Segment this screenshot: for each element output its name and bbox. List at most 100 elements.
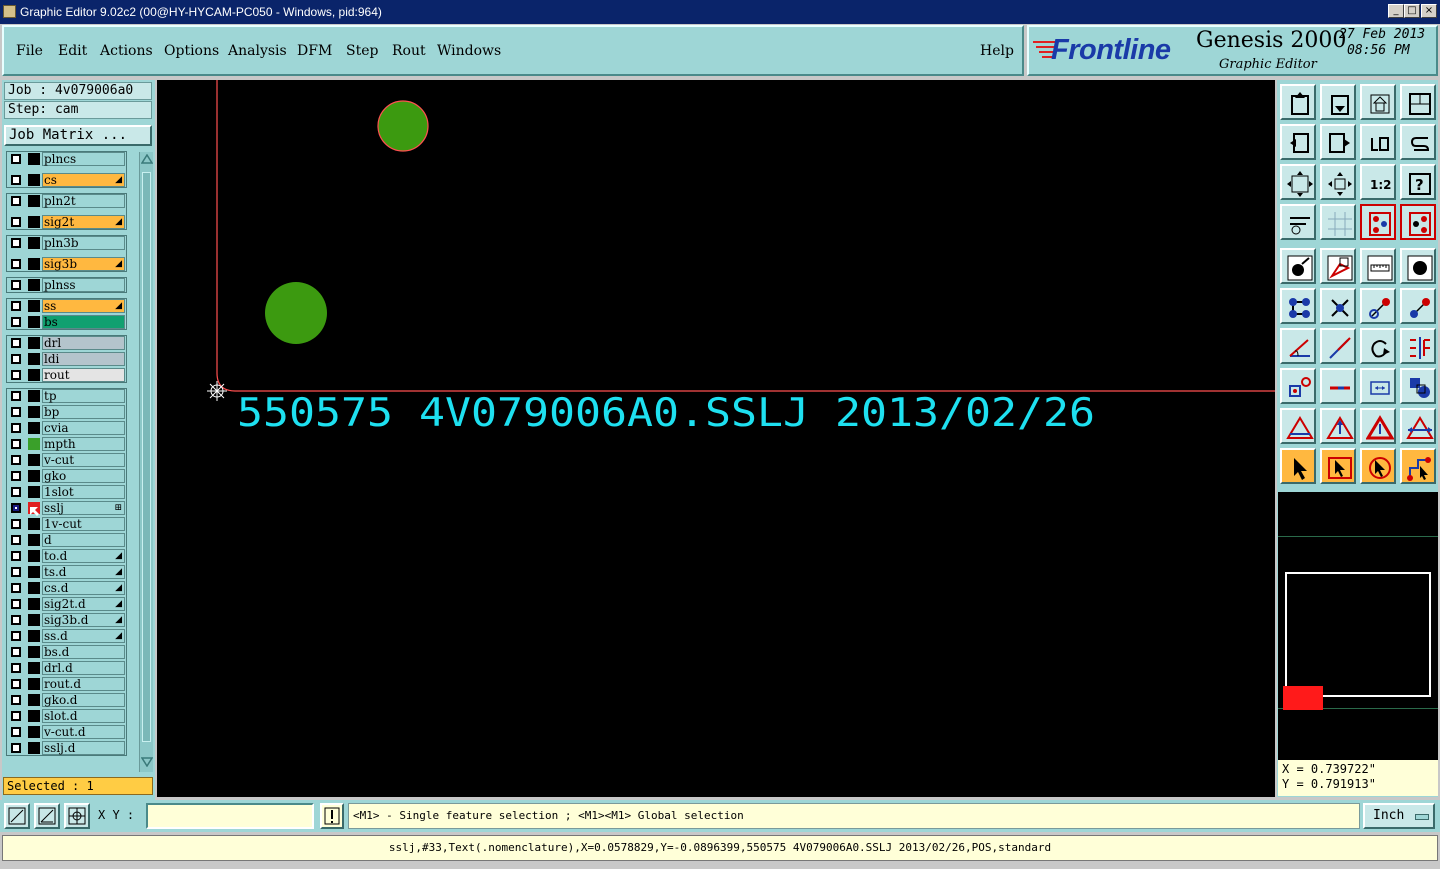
layer-name[interactable]: drl.d bbox=[42, 661, 125, 675]
layer-checkbox[interactable] bbox=[11, 487, 21, 497]
layer-checkbox[interactable] bbox=[11, 354, 21, 364]
layer-row-v-cut[interactable]: v-cut bbox=[8, 453, 126, 467]
layer-checkbox[interactable] bbox=[11, 567, 21, 577]
layer-checkbox[interactable] bbox=[11, 217, 21, 227]
layer-color-swatch[interactable] bbox=[28, 742, 40, 754]
layer-color-swatch[interactable] bbox=[28, 518, 40, 530]
export-button[interactable] bbox=[1320, 124, 1356, 160]
pad-circle[interactable] bbox=[377, 100, 429, 152]
layer-row-sig2t[interactable]: sig2t ◢ bbox=[8, 215, 126, 229]
layer-checkbox[interactable] bbox=[11, 711, 21, 721]
layer-checkbox[interactable] bbox=[11, 301, 21, 311]
layer-row-tp[interactable]: tp bbox=[8, 389, 126, 403]
layer-name[interactable]: sig2t ◢ bbox=[42, 215, 125, 229]
pad-circle[interactable] bbox=[265, 282, 327, 344]
layer-row-bp[interactable]: bp bbox=[8, 405, 126, 419]
layer-color-swatch[interactable] bbox=[28, 153, 40, 165]
triangle-b-button[interactable] bbox=[1360, 408, 1396, 444]
line-cut-button[interactable] bbox=[1320, 368, 1356, 404]
layer-row-d[interactable]: d bbox=[8, 533, 126, 547]
grid-toggle-button[interactable] bbox=[1320, 204, 1356, 240]
layer-name[interactable]: mpth bbox=[42, 437, 125, 451]
layer-checkbox[interactable] bbox=[11, 599, 21, 609]
nomenclature-text[interactable]: 550575 4V079006A0.SSLJ 2013/02/26 bbox=[237, 391, 1095, 436]
layer-row-rout.d[interactable]: rout.d bbox=[8, 677, 126, 691]
overview-window[interactable] bbox=[1278, 492, 1438, 782]
grid-snap-button[interactable] bbox=[64, 803, 90, 829]
layer-name[interactable]: sig3b.d ◢ bbox=[42, 613, 125, 627]
layer-color-swatch[interactable] bbox=[28, 316, 40, 328]
layer-row-cs[interactable]: cs ◢ bbox=[8, 173, 126, 187]
layer-name[interactable]: cs.d ◢ bbox=[42, 581, 125, 595]
layer-checkbox[interactable] bbox=[11, 259, 21, 269]
layer-row-bs.d[interactable]: bs.d bbox=[8, 645, 126, 659]
units-dropdown[interactable]: Inch bbox=[1363, 803, 1435, 829]
layer-checkbox[interactable] bbox=[11, 175, 21, 185]
layer-row-drl[interactable]: drl bbox=[8, 336, 126, 350]
layer-row-drl.d[interactable]: drl.d bbox=[8, 661, 126, 675]
layer-name[interactable]: v-cut.d bbox=[42, 725, 125, 739]
layer-scrollbar[interactable] bbox=[139, 152, 153, 772]
layer-checkbox[interactable] bbox=[11, 727, 21, 737]
layer-name[interactable]: rout.d bbox=[42, 677, 125, 691]
layer-checkbox[interactable] bbox=[11, 423, 21, 433]
layer-checkbox[interactable] bbox=[11, 238, 21, 248]
layer-color-swatch[interactable] bbox=[28, 454, 40, 466]
measure-button[interactable] bbox=[34, 803, 60, 829]
layer-row-pln3b[interactable]: pln3b bbox=[8, 236, 126, 250]
pad-layers-button[interactable] bbox=[1360, 204, 1396, 240]
ruler-measure-button[interactable] bbox=[1360, 248, 1396, 284]
layer-color-swatch[interactable] bbox=[28, 300, 40, 312]
layer-name[interactable]: sslj ⊞ bbox=[42, 501, 125, 515]
job-matrix-button[interactable]: Job Matrix ... bbox=[4, 125, 152, 146]
layer-checkbox[interactable] bbox=[11, 280, 21, 290]
layer-name[interactable]: sig2t.d ◢ bbox=[42, 597, 125, 611]
undo-button[interactable] bbox=[1360, 124, 1396, 160]
layer-row-pln2t[interactable]: pln2t bbox=[8, 194, 126, 208]
layer-name[interactable]: to.d ◢ bbox=[42, 549, 125, 563]
redo-path-button[interactable] bbox=[1400, 124, 1436, 160]
select-box-button[interactable] bbox=[1320, 448, 1356, 484]
pad-add-button[interactable] bbox=[1280, 248, 1316, 284]
surface-edit-button[interactable] bbox=[1320, 248, 1356, 284]
layer-color-swatch[interactable] bbox=[28, 279, 40, 291]
layer-name[interactable]: bs bbox=[42, 315, 125, 329]
layer-name[interactable]: tp bbox=[42, 389, 125, 403]
layer-color-swatch[interactable] bbox=[28, 438, 40, 450]
layer-color-swatch[interactable] bbox=[28, 216, 40, 228]
layer-checkbox[interactable] bbox=[11, 391, 21, 401]
layer-checkbox[interactable] bbox=[11, 439, 21, 449]
layer-checkbox[interactable] bbox=[11, 551, 21, 561]
layer-row-sslj[interactable]: sslj ⊞ bbox=[8, 501, 126, 516]
mirror-flip-button[interactable] bbox=[1400, 328, 1436, 364]
home-view-button[interactable] bbox=[1360, 84, 1396, 120]
menu-options[interactable]: Options bbox=[164, 43, 219, 59]
rotate-button[interactable] bbox=[1360, 328, 1396, 364]
layer-checkbox[interactable] bbox=[11, 154, 21, 164]
layer-row-gko.d[interactable]: gko.d bbox=[8, 693, 126, 707]
layer-name[interactable]: drl bbox=[42, 336, 125, 350]
angle-draw-button[interactable] bbox=[1280, 328, 1316, 364]
layer-color-swatch[interactable] bbox=[28, 646, 40, 658]
triangle-a-button[interactable] bbox=[1320, 408, 1356, 444]
resize-box-button[interactable] bbox=[1360, 368, 1396, 404]
line-point-button[interactable] bbox=[1360, 288, 1396, 324]
layer-color-swatch[interactable] bbox=[28, 710, 40, 722]
menu-actions[interactable]: Actions bbox=[100, 43, 153, 59]
layer-row-plncs[interactable]: plncs bbox=[8, 152, 126, 166]
menu-rout[interactable]: Rout bbox=[392, 43, 426, 59]
layer-checkbox[interactable] bbox=[11, 503, 21, 513]
canvas-drawing[interactable]: 550575 4V079006A0.SSLJ 2013/02/26 bbox=[157, 80, 1275, 797]
layer-color-swatch[interactable] bbox=[28, 550, 40, 562]
menu-file[interactable]: File bbox=[16, 43, 43, 59]
line-move-button[interactable] bbox=[1400, 288, 1436, 324]
layer-name[interactable]: pln3b bbox=[42, 236, 125, 250]
layer-row-sig2t.d[interactable]: sig2t.d ◢ bbox=[8, 597, 126, 611]
layer-checkbox[interactable] bbox=[11, 535, 21, 545]
layer-name[interactable]: gko.d bbox=[42, 693, 125, 707]
copy-move-button[interactable] bbox=[1280, 368, 1316, 404]
layer-color-swatch[interactable] bbox=[28, 486, 40, 498]
layer-row-ldi[interactable]: ldi bbox=[8, 352, 126, 366]
layer-color-swatch[interactable] bbox=[28, 598, 40, 610]
save-button[interactable] bbox=[1320, 84, 1356, 120]
